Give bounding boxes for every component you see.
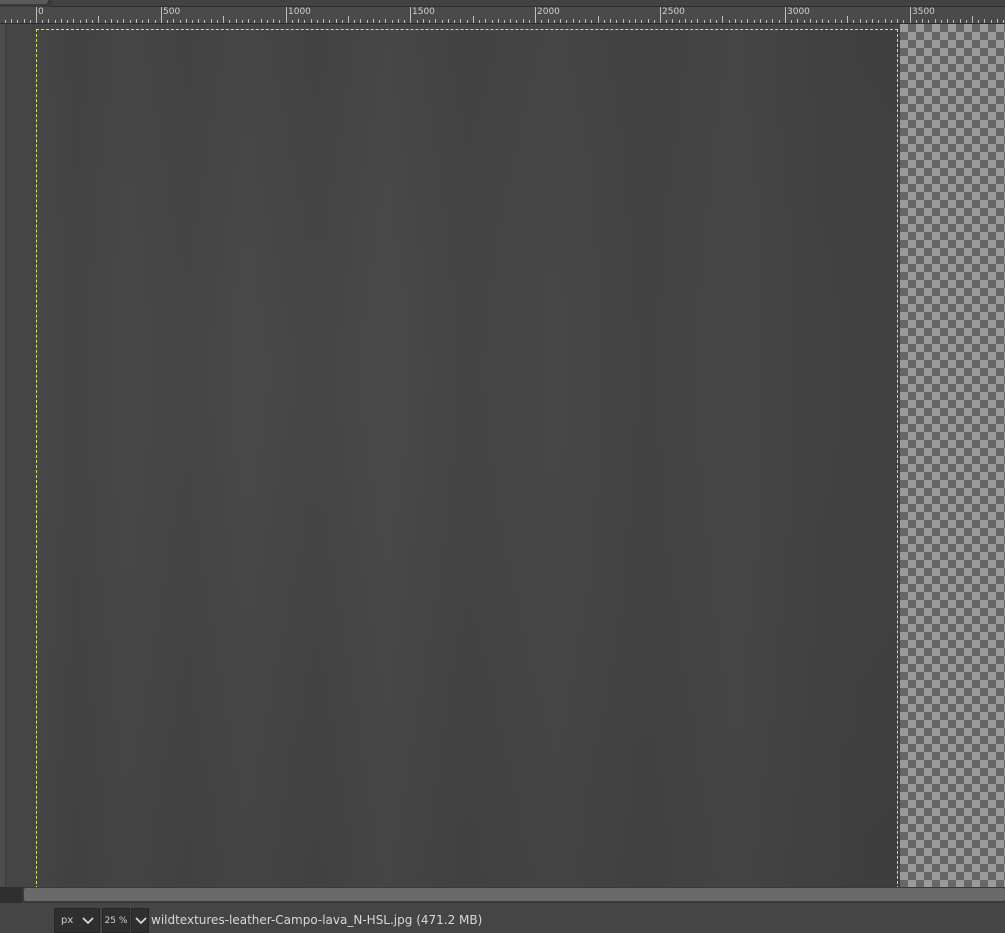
chevron-down-icon (82, 917, 94, 925)
unit-dropdown[interactable]: px (54, 908, 100, 933)
ruler-label-0: 0 (38, 7, 44, 17)
top-strip (0, 0, 1005, 7)
ruler-ticks (5, 7, 1004, 23)
tab-strip (52, 0, 1005, 7)
file-info-label: wildtextures-leather-Campo-lava_N-HSL.jp… (151, 913, 483, 927)
horizontal-scrollbar[interactable] (0, 887, 1005, 903)
scrollbar-thumb[interactable] (24, 888, 1005, 901)
zoom-value: 25 % (104, 915, 128, 926)
ruler-label-2000: 2000 (537, 7, 560, 17)
transparency-checkerboard (900, 24, 1005, 887)
image-window: 0 500 1000 1500 2000 2500 3000 3500 px 2… (0, 0, 1005, 933)
ruler-label-500: 500 (163, 7, 181, 17)
zoom-dropdown-button[interactable] (131, 908, 149, 933)
horizontal-ruler[interactable]: 0 500 1000 1500 2000 2500 3000 3500 (0, 7, 1005, 24)
vertical-ruler-strip (0, 24, 6, 887)
navigate-corner[interactable] (0, 887, 22, 903)
status-bar: px 25 % wildtextures-leather-Campo-lava_… (0, 903, 1005, 933)
ruler-label-3000: 3000 (787, 7, 810, 17)
canvas-area[interactable] (36, 24, 1005, 887)
zoom-field[interactable]: 25 % (102, 908, 130, 933)
ruler-label-1000: 1000 (288, 7, 311, 17)
menu-corner[interactable] (0, 0, 48, 4)
ruler-label-2500: 2500 (662, 7, 685, 17)
unit-value: px (61, 915, 74, 926)
ruler-label-3500: 3500 (912, 7, 935, 17)
image-layer[interactable] (36, 29, 900, 887)
ruler-label-1500: 1500 (412, 7, 435, 17)
chevron-down-icon (135, 917, 147, 925)
